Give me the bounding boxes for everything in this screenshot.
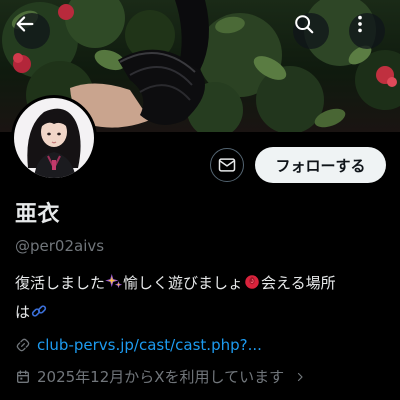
website-row: club-pervs.jp/cast/cast.php?...: [15, 336, 262, 354]
display-name: 亜衣: [15, 202, 61, 227]
bio-text-3: 会える場所: [261, 274, 336, 292]
search-button[interactable]: [293, 13, 329, 49]
rose-icon: [243, 273, 261, 299]
profile-bio: 復活しました 愉しく遊びましょ 会える場所は: [15, 270, 385, 328]
back-button[interactable]: [14, 13, 50, 49]
user-handle: @per02aivs: [15, 237, 105, 255]
message-button[interactable]: [210, 148, 244, 182]
more-options-button[interactable]: [349, 13, 385, 49]
follow-button[interactable]: フォローする: [255, 147, 386, 183]
chain-link-icon: [16, 338, 30, 352]
bio-text-2: 愉しく遊びましょ: [123, 274, 244, 292]
avatar[interactable]: [11, 95, 97, 181]
sparkles-icon: [105, 273, 123, 299]
link-icon: [30, 302, 48, 328]
joined-date-row[interactable]: 2025年12月からXを利用しています: [15, 366, 306, 387]
search-icon: [295, 15, 314, 34]
calendar-icon: [17, 369, 29, 383]
bio-text-4: は: [15, 303, 31, 321]
arrow-left-icon: [16, 16, 34, 32]
more-vertical-icon: [358, 15, 362, 33]
website-link[interactable]: club-pervs.jp/cast/cast.php?...: [37, 336, 262, 354]
envelope-icon: [218, 158, 236, 172]
profile-screen: フォローする 亜衣 @per02aivs 復活しました 愉しく遊びましょ 会える…: [0, 0, 400, 400]
avatar-photo: [14, 98, 94, 178]
joined-date: 2025年12月からXを利用しています: [37, 368, 285, 386]
bio-text-1: 復活しました: [15, 274, 106, 292]
chevron-right-icon: [297, 372, 303, 381]
